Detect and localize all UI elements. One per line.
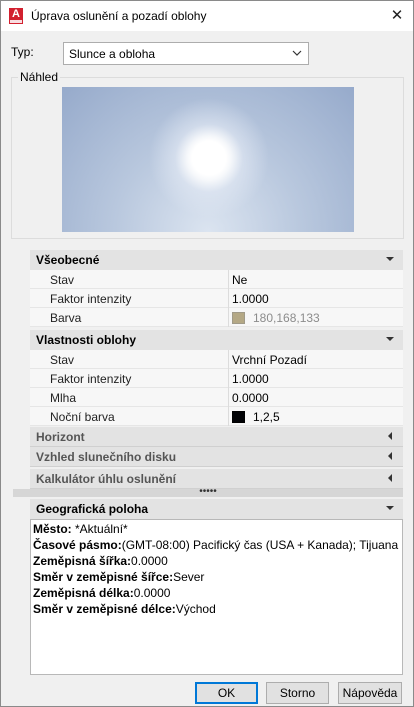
expand-triangle-icon[interactable] [385,471,395,488]
property-row[interactable]: Stav Ne [30,270,403,289]
preview-label: Náhled [18,70,61,84]
property-value[interactable]: Ne [232,273,247,287]
section-geo-header[interactable]: Geografická poloha [30,499,403,519]
autocad-app-icon: A [9,8,23,24]
property-key: Barva [50,311,82,325]
section-sun-disk-title: Vzhled slunečního disku [36,450,177,464]
property-value[interactable]: 0.0000 [232,391,269,405]
section-calculator-title: Kalkulátor úhlu oslunění [36,472,177,486]
title-bar[interactable]: A Úprava oslunění a pozadí oblohy ✕ [1,1,413,31]
property-value[interactable]: 1,2,5 [232,410,280,424]
chevron-down-icon [292,44,302,65]
property-value[interactable]: 1.0000 [232,292,269,306]
dialog-window: A Úprava oslunění a pozadí oblohy ✕ Typ:… [0,0,414,707]
dialog-title: Úprava oslunění a pozadí oblohy [31,9,207,23]
ok-button[interactable]: OK [195,682,258,704]
property-value[interactable]: Vrchní Pozadí [232,353,307,367]
close-icon[interactable]: ✕ [385,5,409,27]
geo-line: Zeměpisná šířka:0.0000 [33,554,168,568]
property-key: Faktor intenzity [50,372,132,386]
color-value-text: 1,2,5 [253,410,280,424]
property-row[interactable]: Mlha 0.0000 [30,388,403,407]
app-icon-letter: A [12,8,20,20]
section-general-title: Všeobecné [36,253,100,267]
section-sky-title: Vlastnosti oblohy [36,333,137,347]
property-key: Stav [50,353,75,367]
geo-line: Směr v zeměpisné délce:Východ [33,602,216,616]
help-button[interactable]: Nápověda [338,682,402,704]
section-general-header[interactable]: Všeobecné [30,250,403,270]
property-key: Mlha [50,391,77,405]
section-sky-header[interactable]: Vlastnosti oblohy [30,330,403,350]
property-row[interactable]: Faktor intenzity 1.0000 [30,369,403,388]
type-select-value: Slunce a obloha [69,47,156,61]
property-row[interactable]: Faktor intenzity 1.0000 [30,289,403,308]
property-row[interactable]: Barva 180,168,133 [30,308,403,327]
color-swatch [232,411,245,423]
color-swatch [232,312,245,324]
section-horizon-title: Horizont [36,430,85,444]
type-select[interactable]: Slunce a obloha [63,42,309,65]
type-label: Typ: [11,45,34,59]
property-key: Noční barva [50,410,115,424]
property-row[interactable]: Stav Vrchní Pozadí [30,350,403,369]
property-key: Stav [50,273,75,287]
geo-line: Zeměpisná délka:0.0000 [33,586,171,600]
property-value[interactable]: 180,168,133 [232,311,320,325]
panel-splitter[interactable]: ••••• [13,486,403,497]
property-value[interactable]: 1.0000 [232,372,269,386]
collapse-triangle-icon[interactable] [385,501,395,518]
property-key: Faktor intenzity [50,292,132,306]
geo-info-panel: Město: *Aktuální* Časové pásmo:(GMT-08:0… [30,519,403,675]
expand-triangle-icon[interactable] [385,429,395,446]
expand-triangle-icon[interactable] [385,449,395,466]
color-value-text: 180,168,133 [253,311,320,325]
section-horizon-header[interactable]: Horizont [30,427,403,447]
property-row[interactable]: Noční barva 1,2,5 [30,407,403,426]
sky-preview-image [62,87,354,232]
section-geo-title: Geografická poloha [36,502,149,516]
section-sun-disk-header[interactable]: Vzhled slunečního disku [30,447,403,467]
cancel-button[interactable]: Storno [266,682,329,704]
geo-line: Směr v zeměpisné šířce:Sever [33,570,205,584]
collapse-triangle-icon[interactable] [385,332,395,349]
collapse-triangle-icon[interactable] [385,252,395,269]
geo-line: Časové pásmo:(GMT-08:00) Pacifický čas (… [33,538,399,552]
geo-line: Město: *Aktuální* [33,522,128,536]
splitter-grip-icon: ••••• [199,486,217,497]
